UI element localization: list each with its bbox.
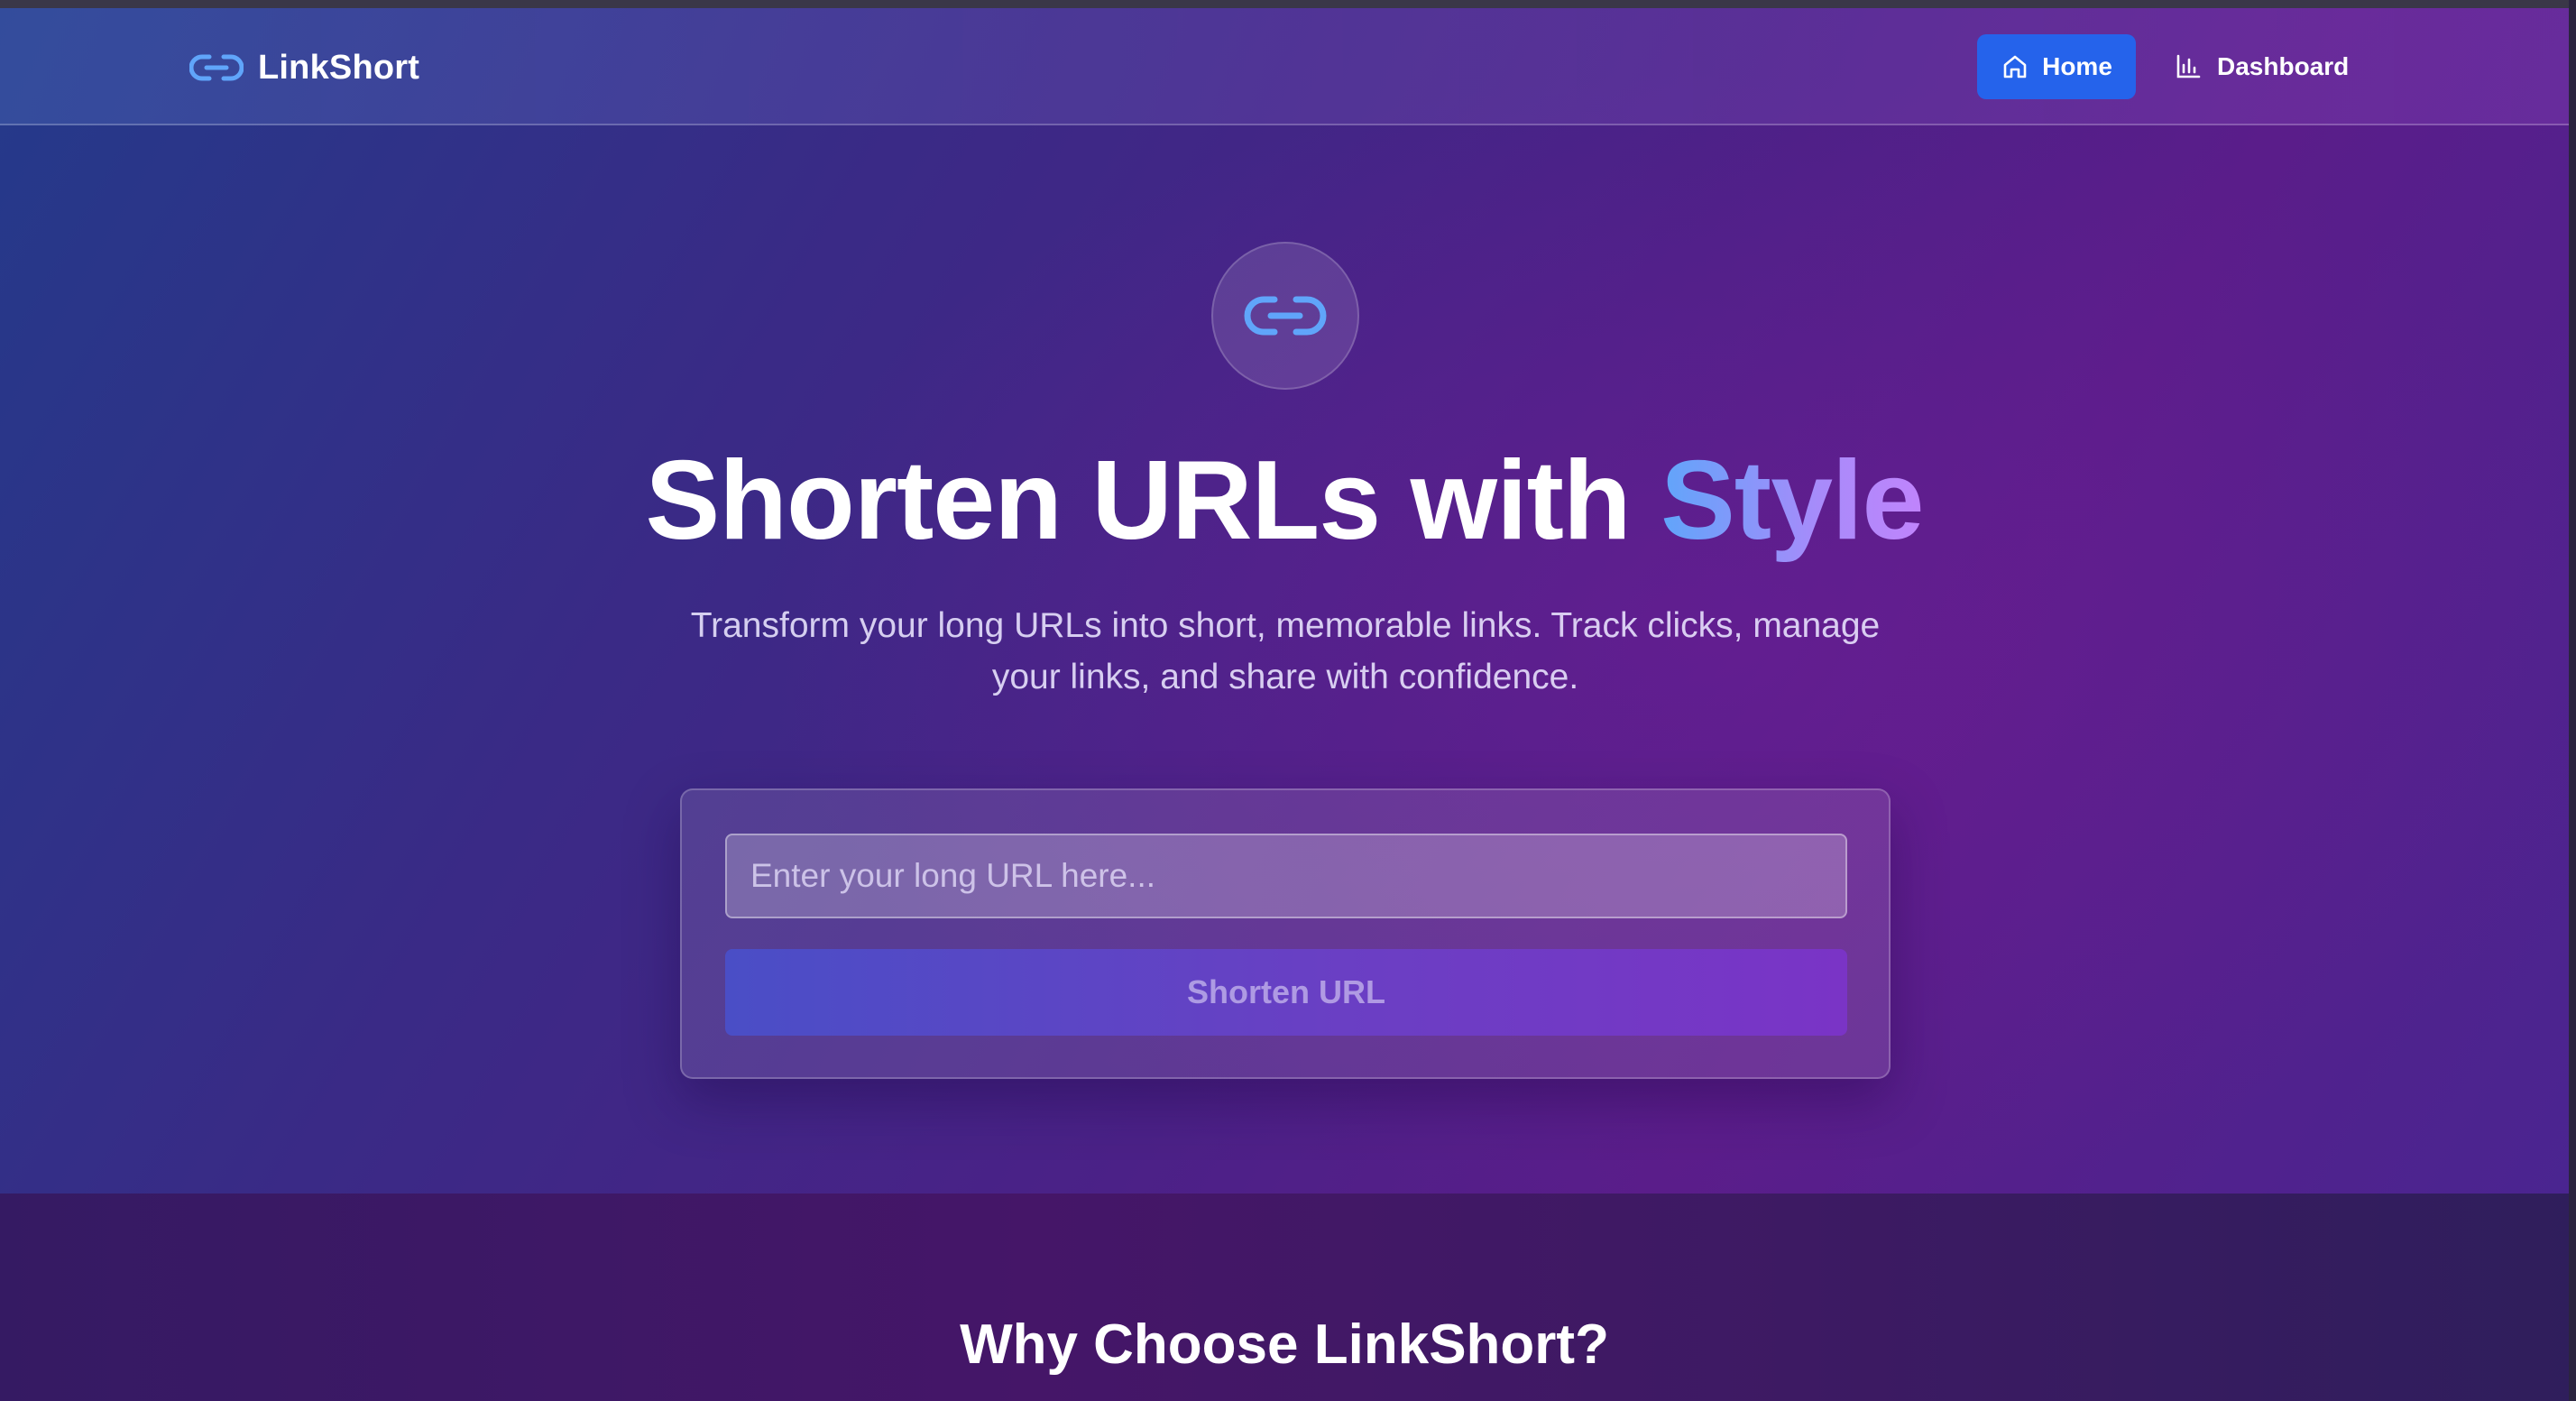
features-title: Why Choose LinkShort?	[960, 1313, 1609, 1376]
nav-dashboard-button[interactable]: Dashboard	[2174, 34, 2390, 99]
brand-name: LinkShort	[258, 48, 420, 87]
hero-headline: Shorten URLs with Style	[0, 433, 2569, 568]
link-icon	[1244, 296, 1327, 336]
nav-home-label: Home	[2042, 52, 2112, 80]
navbar: LinkShort Home Dashboard	[0, 8, 2569, 125]
shorten-url-button[interactable]: Shorten URL	[725, 949, 1847, 1036]
window-top-strip	[0, 0, 2576, 8]
shorten-form-card: Shorten URL	[680, 788, 1891, 1079]
page: LinkShort Home Dashboard Shorten URLs wi…	[0, 0, 2576, 1401]
window-right-edge	[2569, 0, 2576, 1401]
features-section: Why Choose LinkShort?	[0, 1194, 2576, 1401]
bar-chart-icon	[2176, 54, 2201, 78]
brand-logo[interactable]: LinkShort	[189, 44, 419, 91]
url-input[interactable]	[725, 834, 1847, 918]
headline-accent-text: Style	[1661, 438, 1924, 563]
nav-home-button[interactable]: Home	[1977, 34, 2136, 99]
hero-subtitle: Transform your long URLs into short, mem…	[690, 606, 1881, 696]
nav-dashboard-label: Dashboard	[2217, 52, 2350, 80]
home-icon	[2003, 55, 2027, 78]
hero-logo-badge	[1211, 242, 1359, 390]
headline-main-text: Shorten URLs with	[645, 438, 1661, 563]
link-icon	[189, 54, 244, 81]
